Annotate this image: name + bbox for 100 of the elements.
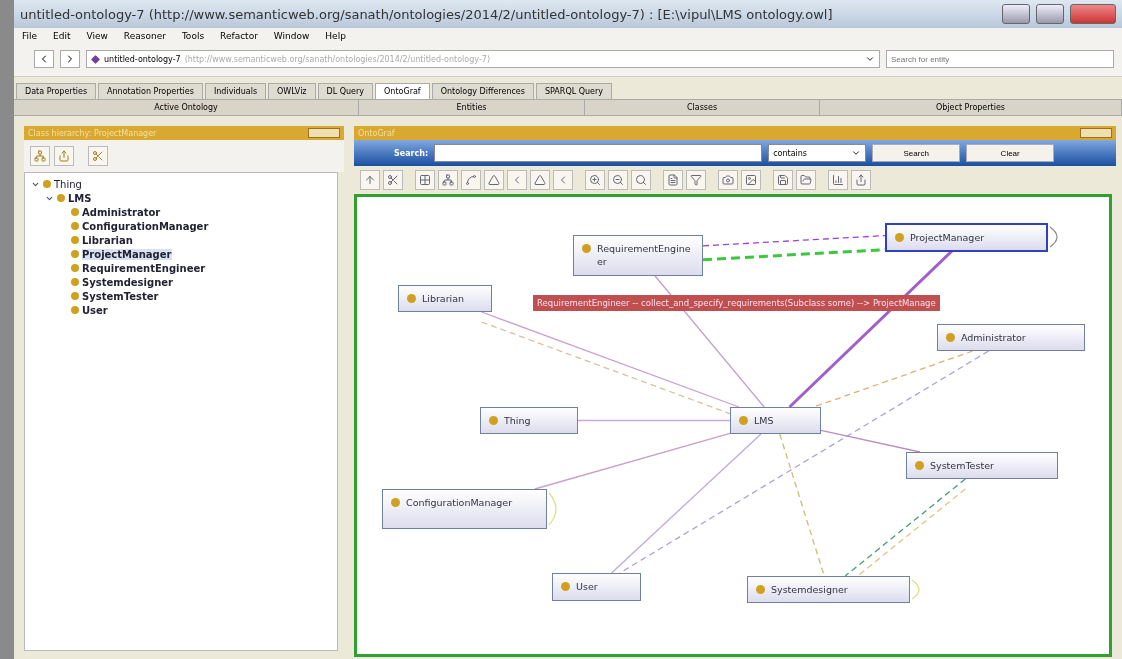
toolbar-button[interactable] [461,170,481,190]
toolbar-button[interactable] [415,170,435,190]
tab[interactable]: SPARQL Query [535,83,612,99]
diamond-icon [91,54,100,64]
class-node[interactable]: User [552,573,641,601]
tab[interactable]: Annotation Properties [98,83,203,99]
toolbar-button[interactable] [828,170,848,190]
zoom-in-icon [589,174,601,186]
tab[interactable]: Object Properties [820,100,1122,115]
caret-icon [865,54,875,64]
menu-item[interactable]: View [86,31,108,41]
toolbar-button[interactable] [718,170,738,190]
camera-icon [722,174,734,186]
clear-button[interactable]: Clear [966,144,1055,162]
toolbar-button[interactable] [585,170,605,190]
menu-item[interactable]: Edit [53,31,71,41]
folder-icon [800,174,812,186]
menu-item[interactable]: Tools [181,31,205,41]
toolbar-button[interactable] [608,170,628,190]
class-node[interactable]: SystemTester [906,452,1058,479]
class-node[interactable]: RequirementEngineer [573,235,703,276]
menu-item[interactable]: Reasoner [123,31,166,41]
add-sibling-button[interactable] [54,146,74,166]
minimize-button[interactable] [1002,4,1030,24]
tab[interactable]: OntoGraf [375,83,430,99]
filter-icon [690,174,702,186]
toolbar-button[interactable] [686,170,706,190]
scissors-icon [387,174,399,186]
tree-item[interactable]: LMS [68,192,92,204]
search-button[interactable]: Search [872,144,961,162]
edge-tooltip: RequirementEngineer -- collect_and_specify_requirements(Subclass some) --> ProjectManage [533,295,940,311]
tree-item[interactable]: Thing [54,178,82,190]
graph-search-field[interactable] [434,144,763,162]
tab[interactable]: DL Query [317,83,374,99]
menu-item[interactable]: Refactor [220,31,258,41]
tab[interactable]: Active Ontology [14,100,359,115]
share-icon [58,150,70,162]
toolbar-button[interactable] [438,170,458,190]
tree-item[interactable]: ProjectManager [82,248,172,260]
grid-icon [419,174,431,186]
toolbar-button[interactable] [484,170,504,190]
class-node[interactable]: LMS [730,407,821,434]
maximize-button[interactable] [1036,4,1064,24]
self-loop-icon [911,579,920,600]
toolbar-button[interactable] [530,170,550,190]
tree-item[interactable]: SystemTester [82,290,159,302]
ontology-selector[interactable]: untitled-ontology-7 (http://www.semanticweb.org/sanath/ontologies/2014/2/untitled-ontology-7) [86,50,880,68]
spline-icon [465,174,477,186]
delete-class-button[interactable] [88,146,108,166]
toolbar-button[interactable] [383,170,403,190]
panel-controls-icon[interactable] [308,128,340,138]
ontology-name: untitled-ontology-7 [104,54,181,64]
tab[interactable]: Individuals [204,83,267,99]
tree-item[interactable]: Systemdesigner [82,276,173,288]
class-node[interactable]: Librarian [398,285,492,312]
document-icon [667,174,679,186]
zoom-out-icon [612,174,624,186]
save-icon [777,174,789,186]
tree-item[interactable]: Administrator [82,206,161,218]
menu-item[interactable]: File [22,31,38,41]
class-node[interactable]: Thing [480,407,578,434]
class-node[interactable]: Administrator [937,324,1085,351]
match-dropdown[interactable]: contains [768,144,867,162]
toolbar-button[interactable] [773,170,793,190]
network-icon [442,174,454,186]
network-icon [34,150,46,162]
back-button[interactable] [34,50,54,68]
toolbar-button[interactable] [663,170,683,190]
triangle-icon [534,174,546,186]
scissors-icon [92,150,104,162]
window-title: untitled-ontology-7 (http://www.semanticweb.org/sanath/ontologies/2014/2/untitled-ontology-7) : [E:\vipul\LMS ontology.owl] [20,6,834,22]
class-node[interactable]: ConfigurationManager [382,489,547,529]
toolbar-button[interactable] [796,170,816,190]
class-node[interactable]: ProjectManager [885,223,1048,252]
toolbar-button[interactable] [631,170,651,190]
tab[interactable]: Entities [359,100,585,115]
tree-item[interactable]: User [82,304,108,316]
panel-title: OntoGraf [358,128,395,138]
tab[interactable]: OWLViz [268,83,316,99]
arrow-up-icon [364,174,376,186]
search-label: Search: [394,148,429,158]
tab[interactable]: Ontology Differences [431,83,534,99]
close-button[interactable] [1070,4,1116,24]
panel-controls-icon[interactable] [1080,128,1112,138]
menu-item[interactable]: Window [273,31,310,41]
toolbar-button[interactable] [741,170,761,190]
add-subclass-button[interactable] [30,146,50,166]
search-icon [635,174,647,186]
tree-item[interactable]: ConfigurationManager [82,220,209,232]
triangle-icon [488,174,500,186]
search-field[interactable]: Search for entity [886,50,1114,68]
tab[interactable]: Classes [585,100,820,115]
forward-button[interactable] [60,50,80,68]
tree-item[interactable]: RequirementEngineer [82,262,206,274]
caret-icon [851,148,862,158]
tab[interactable]: Data Properties [16,83,97,99]
class-node[interactable]: Systemdesigner [747,576,910,603]
tree-item[interactable]: Librarian [82,234,133,246]
menu-item[interactable]: Help [325,31,346,41]
panel-title: Class hierarchy: ProjectManager [28,128,157,138]
